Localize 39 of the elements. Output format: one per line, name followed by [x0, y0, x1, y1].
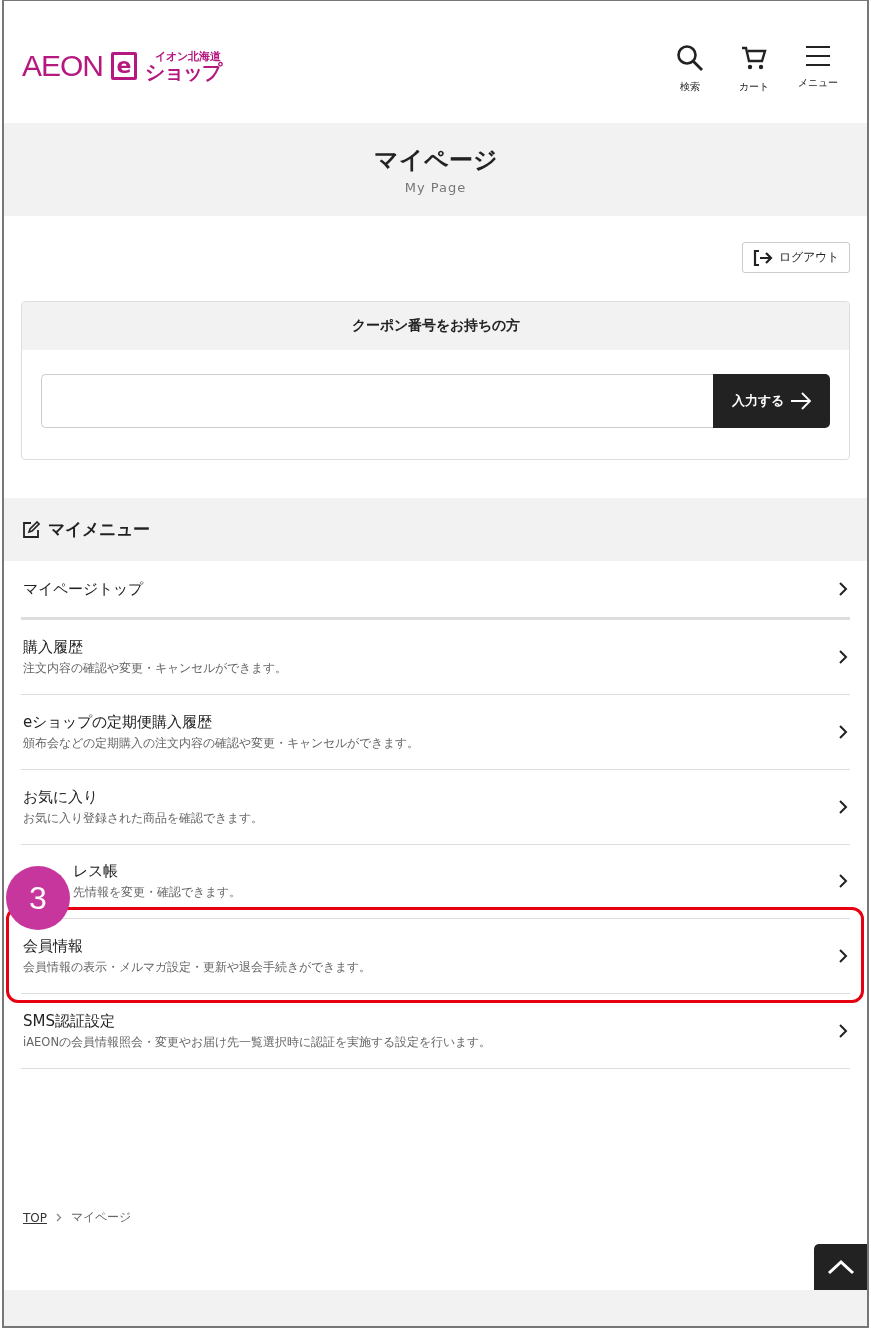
logout-icon: [753, 248, 773, 267]
chevron-right-icon: [56, 1213, 62, 1222]
menu-heading: マイメニュー: [48, 518, 150, 541]
menu-button[interactable]: メニュー: [795, 44, 841, 94]
back-to-top-button[interactable]: [814, 1244, 867, 1290]
logout-button[interactable]: ログアウト: [742, 242, 850, 273]
menu-item[interactable]: マイページトップ: [21, 561, 850, 620]
submit-button[interactable]: 入力する: [713, 374, 830, 428]
coupon-input-field[interactable]: [41, 374, 713, 428]
cart-icon: [740, 44, 768, 72]
chevron-right-icon: [838, 724, 848, 740]
breadcrumb-current: マイページ: [71, 1209, 131, 1226]
region-label: イオン北海道: [155, 50, 222, 62]
chevron-right-icon: [838, 581, 848, 597]
chevron-up-icon: [826, 1259, 855, 1275]
menu-item[interactable]: レス帳 先情報を変更・確認できます。: [71, 857, 850, 905]
cart-button[interactable]: カート: [731, 44, 777, 94]
chevron-right-icon: [838, 873, 848, 889]
page-title: マイページ: [373, 145, 498, 176]
chevron-right-icon: [838, 1023, 848, 1039]
menu-item[interactable]: SMS認証設定 iAEONの会員情報照会・変更やお届け先一覧選択時に認証を実施する設定を行います。: [21, 994, 850, 1069]
menu-item[interactable]: 購入履歴 注文内容の確認や変更・キャンセルができます。: [21, 620, 850, 695]
search-button[interactable]: 検索: [667, 44, 713, 94]
chevron-right-icon: [838, 799, 848, 815]
edit-icon: [22, 520, 40, 539]
brand-logo[interactable]: AEON: [22, 49, 104, 83]
search-icon: [676, 44, 704, 72]
chevron-right-icon: [838, 649, 848, 665]
step-badge: 3: [6, 866, 70, 930]
chevron-right-icon: [838, 948, 848, 964]
page-subtitle: My Page: [404, 180, 467, 195]
coupon-heading: クーポン番号をお持ちの方: [22, 302, 849, 350]
breadcrumb-link[interactable]: TOP: [23, 1210, 47, 1225]
gift-logo-icon: e: [111, 52, 138, 80]
shop-logo-text: ショップ: [145, 61, 222, 82]
arrow-right-icon: [789, 391, 812, 411]
menu-item[interactable]: お気に入り お気に入り登録された商品を確認できます。: [21, 770, 850, 845]
menu-item[interactable]: eショップの定期便購入履歴 頒布会などの定期購入の注文内容の確認や変更・キャンセルができます。: [21, 695, 850, 770]
menu-icon: [804, 44, 832, 68]
